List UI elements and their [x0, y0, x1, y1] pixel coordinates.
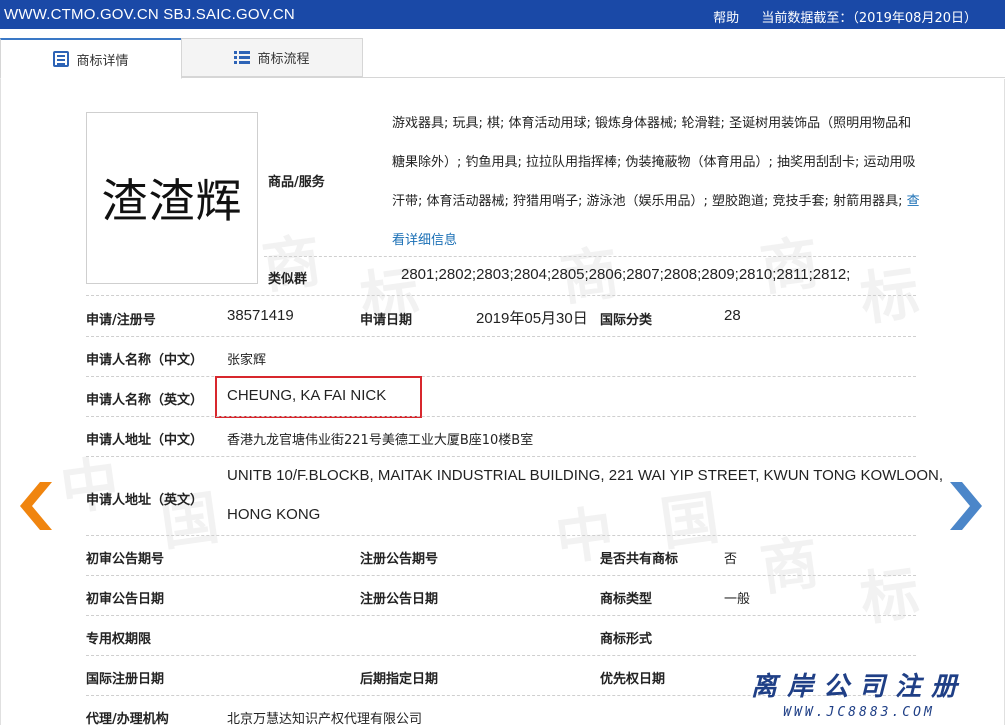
- applicant-cn-value: 张家辉: [227, 353, 267, 368]
- next-button[interactable]: [948, 482, 982, 530]
- reg-no-value: 38571419: [227, 307, 294, 324]
- highlight-box: [215, 376, 422, 418]
- goods-text: 游戏器具; 玩具; 棋; 体育活动用球; 锻炼身体器械; 轮滑鞋; 圣诞树用装饰…: [392, 104, 924, 260]
- trademark-image: 渣渣辉: [86, 112, 258, 284]
- logo-url: WWW.JC8883.COM: [783, 705, 935, 720]
- goods-label: 商品/服务: [268, 175, 325, 190]
- logo: 离岸公司注册 WWW.JC8883.COM: [751, 666, 967, 720]
- address-en-line2: HONG KONG: [227, 506, 321, 523]
- tm-type-value: 一般: [724, 592, 751, 607]
- prelim-no-label: 初审公告期号: [86, 552, 165, 567]
- tab-label: 商标详情: [76, 53, 129, 69]
- prev-button[interactable]: [20, 482, 54, 530]
- reg-no-label: 申请/注册号: [86, 313, 156, 328]
- shared-value: 否: [724, 552, 738, 567]
- tab-label: 商标流程: [257, 52, 310, 67]
- divider: [86, 535, 916, 536]
- intl-reg-date-label: 国际注册日期: [86, 672, 165, 687]
- prelim-date-label: 初审公告日期: [86, 592, 165, 607]
- divider: [86, 655, 916, 656]
- divider: [86, 295, 916, 296]
- intl-class-label: 国际分类: [600, 313, 653, 328]
- divider: [264, 256, 916, 257]
- trademark-image-text: 渣渣辉: [101, 174, 243, 228]
- similar-group-label: 类似群: [268, 272, 308, 287]
- divider: [86, 336, 916, 337]
- applicant-en-label: 申请人名称（英文）: [86, 393, 204, 408]
- divider: [86, 615, 916, 616]
- divider: [86, 575, 916, 576]
- data-date-text: 当前数据截至：（2019年08月20日）: [761, 11, 977, 26]
- applicant-cn-label: 申请人名称（中文）: [86, 353, 204, 368]
- apply-date-value: 2019年05月30日: [476, 310, 588, 327]
- list-icon: [234, 50, 251, 66]
- reg-pub-date-label: 注册公告日期: [360, 592, 439, 607]
- reg-pub-no-label: 注册公告期号: [360, 552, 439, 567]
- agent-value: 北京万慧达知识产权代理有限公司: [227, 712, 423, 725]
- divider: [86, 376, 916, 377]
- chevron-right-icon: [950, 482, 982, 530]
- document-icon: [53, 51, 70, 67]
- shared-label: 是否共有商标: [600, 552, 679, 567]
- apply-date-label: 申请日期: [360, 313, 413, 328]
- intl-class-value: 28: [724, 307, 741, 324]
- similar-group-value: 2801;2802;2803;2804;2805;2806;2807;2808;…: [401, 266, 851, 283]
- divider: [86, 456, 916, 457]
- top-bar: WWW.CTMO.GOV.CN SBJ.SAIC.GOV.CN 帮助 当前数据截…: [0, 0, 1005, 29]
- address-en-line1: UNITB 10/F.BLOCKB, MAITAK INDUSTRIAL BUI…: [227, 467, 943, 484]
- logo-text: 离岸公司注册: [750, 672, 967, 702]
- address-en-label: 申请人地址（英文）: [86, 493, 204, 508]
- priority-date-label: 优先权日期: [600, 672, 666, 687]
- tab-bar: 商标详情 商标流程: [0, 38, 1005, 79]
- tm-form-label: 商标形式: [600, 632, 653, 647]
- tab-trademark-process[interactable]: 商标流程: [181, 38, 363, 77]
- site-urls: WWW.CTMO.GOV.CN SBJ.SAIC.GOV.CN: [4, 6, 295, 23]
- address-cn-value: 香港九龙官塘伟业街221号美德工业大厦B座10楼B室: [227, 433, 534, 448]
- later-date-label: 后期指定日期: [360, 672, 439, 687]
- address-cn-label: 申请人地址（中文）: [86, 433, 204, 448]
- agent-label: 代理/办理机构: [86, 712, 169, 725]
- goods-list: 游戏器具; 玩具; 棋; 体育活动用球; 锻炼身体器械; 轮滑鞋; 圣诞树用装饰…: [392, 116, 916, 209]
- tm-type-label: 商标类型: [600, 592, 653, 607]
- top-bar-right: 帮助 当前数据截至：（2019年08月20日）: [695, 7, 977, 26]
- divider: [86, 416, 916, 417]
- tab-trademark-details[interactable]: 商标详情: [0, 38, 182, 79]
- help-link[interactable]: 帮助: [713, 11, 739, 26]
- exclusive-label: 专用权期限: [86, 632, 152, 647]
- chevron-left-icon: [20, 482, 52, 530]
